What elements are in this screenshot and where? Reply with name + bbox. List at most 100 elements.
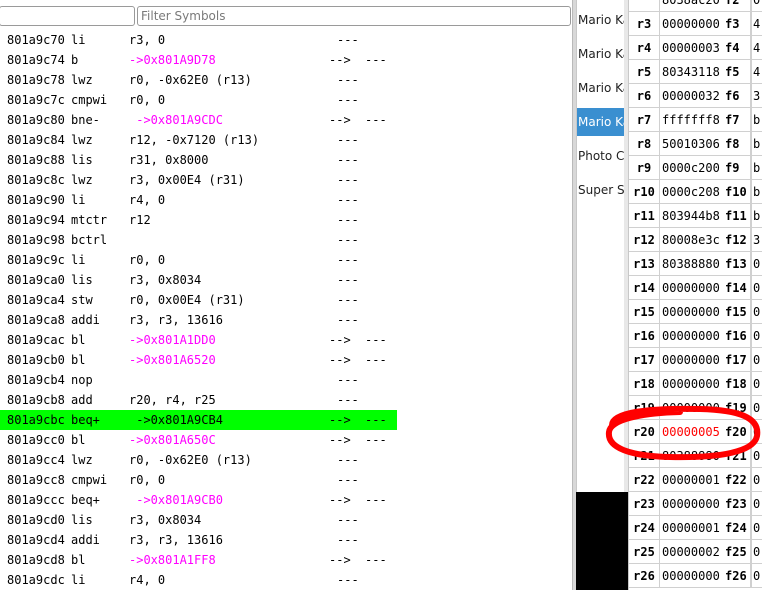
- instruction-opcode: lis: [71, 513, 93, 527]
- game-list[interactable]: Mario Ka Mario Ka Mario Ka Mario Ka Photo Cl…: [576, 0, 624, 492]
- instruction-opcode: lis: [71, 273, 93, 287]
- instruction-address: 801a9ca4: [7, 293, 65, 307]
- instruction-row[interactable]: 801a9cb4 nop ---: [0, 370, 572, 390]
- register-row[interactable]: r3 00000000 f3 4: [629, 12, 762, 36]
- instruction-address: 801a9cd0: [7, 513, 65, 527]
- instruction-row[interactable]: 801a9cb0 bl ->0x801A6520 --> ---: [0, 350, 572, 370]
- register-row[interactable]: r18 00000000 f18 0: [629, 372, 762, 396]
- current-instruction-row[interactable]: 801a9cbc beq+ ->0x801A9CB4 --> ---: [0, 410, 397, 430]
- instruction-row[interactable]: 801a9cc4 lwz r0, -0x62E0 (r13) ---: [0, 450, 572, 470]
- instruction-operands: r0, 0x00E4 (r31): [129, 293, 245, 307]
- register-row[interactable]: r15 00000000 f15 0: [629, 300, 762, 324]
- register-row[interactable]: r24 00000001 f24 0: [629, 516, 762, 540]
- instruction-row[interactable]: 801a9cac bl ->0x801A1DD0 --> ---: [0, 330, 572, 350]
- instruction-row[interactable]: 801a9c98 bctrl ---: [0, 230, 572, 250]
- instruction-row[interactable]: 801a9ca0 lis r3, 0x8034 ---: [0, 270, 572, 290]
- game-item[interactable]: Mario Ka: [577, 74, 624, 102]
- fpr-name: f25: [723, 540, 751, 564]
- register-row[interactable]: r19 00000000 f19 0: [629, 396, 762, 420]
- register-row[interactable]: 8038ac20 f2 0: [629, 0, 762, 12]
- instruction-row[interactable]: 801a9c88 lis r31, 0x8000 ---: [0, 150, 572, 170]
- instruction-flag: ---: [337, 453, 359, 467]
- fpr-value: b: [751, 132, 762, 156]
- fpr-value: 0: [751, 444, 762, 468]
- register-row[interactable]: r11 803944b8 f11 b: [629, 204, 762, 228]
- instruction-flag: ---: [365, 493, 387, 507]
- instruction-flag: ---: [337, 253, 359, 267]
- instruction-row[interactable]: 801a9ccc beq+ ->0x801A9CB0 --> ---: [0, 490, 572, 510]
- register-row[interactable]: r23 00000000 f23 0: [629, 492, 762, 516]
- register-row[interactable]: r9 0000c200 f9 b: [629, 156, 762, 180]
- instruction-row[interactable]: 801a9cc0 bl ->0x801A650C --> ---: [0, 430, 572, 450]
- register-row[interactable]: r25 00000002 f25 0: [629, 540, 762, 564]
- game-item[interactable]: Super Sr: [577, 176, 624, 204]
- fpr-name: f17: [723, 348, 751, 372]
- instruction-row[interactable]: 801a9cd4 addi r3, r3, 13616 ---: [0, 530, 572, 550]
- instruction-row[interactable]: 801a9ca4 stw r0, 0x00E4 (r31) ---: [0, 290, 572, 310]
- instruction-opcode: bne-: [71, 113, 100, 127]
- register-row[interactable]: r5 80343118 f5 4: [629, 60, 762, 84]
- instruction-row[interactable]: 801a9c7c cmpwi r0, 0 ---: [0, 90, 572, 110]
- register-row[interactable]: r26 00000000 f26 0: [629, 564, 762, 588]
- fpr-name: f20: [723, 420, 751, 444]
- branch-arrow: -->: [329, 353, 351, 367]
- register-row[interactable]: r20 00000005 f20 0: [629, 420, 762, 444]
- register-row[interactable]: r4 00000003 f4 4: [629, 36, 762, 60]
- instruction-row[interactable]: 801a9c9c li r0, 0 ---: [0, 250, 572, 270]
- fpr-value: 3: [751, 228, 762, 252]
- instruction-flag: ---: [337, 213, 359, 227]
- gpr-name: r24: [629, 516, 660, 540]
- instruction-address: 801a9c78: [7, 73, 65, 87]
- instruction-operands: r0, -0x62E0 (r13): [129, 73, 252, 87]
- fpr-name: f10: [723, 180, 751, 204]
- instruction-row[interactable]: 801a9c94 mtctr r12 ---: [0, 210, 572, 230]
- register-row[interactable]: r22 00000001 f22 0: [629, 468, 762, 492]
- game-item[interactable]: Mario Ka: [577, 6, 624, 34]
- fpr-value: b: [751, 204, 762, 228]
- instruction-row[interactable]: 801a9c78 lwz r0, -0x62E0 (r13) ---: [0, 70, 572, 90]
- instruction-address: 801a9c98: [7, 233, 65, 247]
- instruction-row[interactable]: 801a9cd0 lis r3, 0x8034 ---: [0, 510, 572, 530]
- register-row[interactable]: r14 00000000 f14 0: [629, 276, 762, 300]
- fpr-value: 0: [751, 276, 762, 300]
- fpr-value: 0: [751, 492, 762, 516]
- instruction-address: 801a9cc4: [7, 453, 65, 467]
- instruction-flag: ---: [337, 373, 359, 387]
- instruction-row[interactable]: 801a9ca8 addi r3, r3, 13616 ---: [0, 310, 572, 330]
- instruction-row[interactable]: 801a9cdc li r4, 0 ---: [0, 570, 572, 590]
- instruction-row[interactable]: 801a9c8c lwz r3, 0x00E4 (r31) ---: [0, 170, 572, 190]
- register-row[interactable]: r7 fffffff8 f7 b: [629, 108, 762, 132]
- branch-target: ->0x801A9CDC: [129, 113, 223, 127]
- fpr-value: 0: [751, 516, 762, 540]
- gpr-name: r5: [629, 60, 660, 84]
- instruction-opcode: cmpwi: [71, 93, 108, 107]
- symbol-search-box[interactable]: [0, 6, 135, 26]
- register-row[interactable]: r13 80388880 f13 0: [629, 252, 762, 276]
- instruction-row[interactable]: 801a9c80 bne- ->0x801A9CDC --> ---: [0, 110, 572, 130]
- instruction-address: 801a9c8c: [7, 173, 65, 187]
- disassembly-list[interactable]: 801a9c70 li r3, 0 --- 801a9c74 b ->0x801A9D78 -…: [0, 30, 572, 590]
- instruction-row[interactable]: 801a9c90 li r4, 0 ---: [0, 190, 572, 210]
- game-item[interactable]: Photo Cl: [577, 142, 624, 170]
- instruction-row[interactable]: 801a9cc8 cmpwi r0, 0 ---: [0, 470, 572, 490]
- instruction-row[interactable]: 801a9c74 b ->0x801A9D78 --> ---: [0, 50, 572, 70]
- instruction-flag: ---: [337, 313, 359, 327]
- register-row[interactable]: r8 50010306 f8 b: [629, 132, 762, 156]
- game-item[interactable]: Mario Ka: [577, 40, 624, 68]
- instruction-row[interactable]: 801a9cd8 bl ->0x801A1FF8 --> ---: [0, 550, 572, 570]
- instruction-row[interactable]: 801a9c70 li r3, 0 ---: [0, 30, 572, 50]
- filter-symbols-input[interactable]: [137, 6, 571, 26]
- instruction-operands: r3, r3, 13616: [129, 533, 223, 547]
- register-row[interactable]: r12 80008e3c f12 3: [629, 228, 762, 252]
- register-row[interactable]: r17 00000000 f17 0: [629, 348, 762, 372]
- register-row[interactable]: r6 00000032 f6 3: [629, 84, 762, 108]
- register-row[interactable]: r10 0000c208 f10 b: [629, 180, 762, 204]
- instruction-row[interactable]: 801a9c84 lwz r12, -0x7120 (r13) ---: [0, 130, 572, 150]
- register-row[interactable]: r21 80388880 f21 0: [629, 444, 762, 468]
- game-item-selected[interactable]: Mario Ka: [577, 108, 624, 136]
- instruction-opcode: mtctr: [71, 213, 108, 227]
- gpr-name: r22: [629, 468, 660, 492]
- register-row[interactable]: r16 00000000 f16 0: [629, 324, 762, 348]
- gpr-name: r26: [629, 564, 660, 588]
- instruction-row[interactable]: 801a9cb8 add r20, r4, r25 ---: [0, 390, 572, 410]
